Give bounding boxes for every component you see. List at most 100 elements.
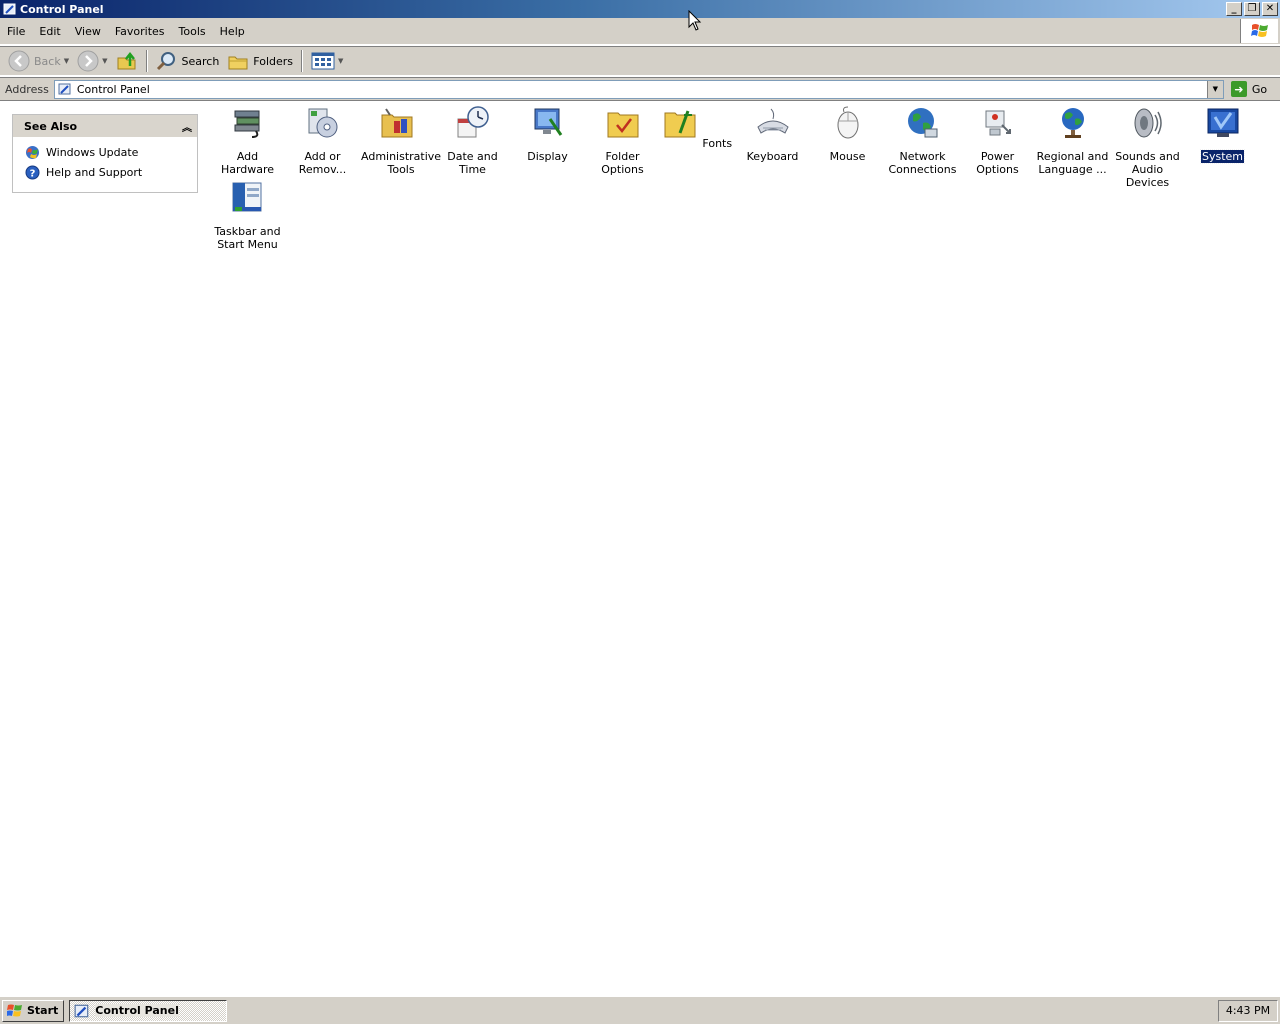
menu-edit[interactable]: Edit	[32, 22, 67, 40]
start-button[interactable]: Start	[2, 999, 65, 1022]
toolbar-separator	[145, 50, 148, 72]
cp-item-display[interactable]: Display	[510, 105, 585, 163]
views-icon	[311, 52, 335, 70]
collapse-chevron-icon[interactable]: ︽	[182, 119, 192, 134]
restore-button[interactable]: ❐	[1244, 2, 1260, 16]
cp-item-label: Add or Remov...	[298, 150, 347, 176]
cp-item-label: Regional and Language ...	[1036, 150, 1109, 176]
display-icon	[534, 108, 562, 136]
cp-item-taskbar-start-menu[interactable]: Taskbar and Start Menu	[210, 180, 285, 251]
cp-item-label: Network Connections	[888, 150, 957, 176]
cp-item-label: Display	[527, 150, 568, 163]
title-bar[interactable]: Control Panel _ ❐ ✕	[0, 0, 1280, 18]
system-tray: 4:43 PM	[1218, 999, 1278, 1022]
windows-update-icon	[25, 145, 40, 160]
cp-item-label: Folder Options	[601, 150, 644, 176]
taskbar-start-menu-icon	[232, 182, 261, 212]
cp-item-system[interactable]: System	[1185, 105, 1260, 164]
go-button[interactable]: ➜ Go	[1230, 81, 1268, 97]
window-title: Control Panel	[20, 2, 104, 16]
cp-item-add-remove-programs[interactable]: Add or Remov...	[285, 105, 360, 176]
power-options-icon	[985, 110, 1011, 136]
cp-item-administrative-tools[interactable]: Administrative Tools	[360, 105, 441, 176]
help-support-link[interactable]: ? Help and Support	[13, 162, 197, 182]
cp-item-network-connections[interactable]: Network Connections	[885, 105, 960, 176]
regional-language-icon	[1061, 108, 1084, 138]
search-button[interactable]: Search	[152, 49, 224, 73]
views-dropdown-icon[interactable]: ▼	[338, 57, 343, 65]
folders-label: Folders	[253, 54, 294, 68]
svg-text:?: ?	[30, 168, 36, 179]
see-also-header[interactable]: See Also ︽	[13, 115, 197, 137]
cp-item-sounds-audio[interactable]: Sounds and Audio Devices	[1110, 105, 1185, 189]
toolbar-separator	[301, 50, 304, 72]
address-value: Control Panel	[76, 82, 150, 96]
menu-help[interactable]: Help	[213, 22, 252, 40]
see-also-title: See Also	[24, 119, 78, 133]
address-input[interactable]: Control Panel ▼	[53, 79, 1224, 99]
menu-view[interactable]: View	[68, 22, 108, 40]
toolbar: Back ▼ ▼ Search Folders ▼	[0, 46, 1280, 76]
help-support-label: Help and Support	[46, 165, 143, 179]
cp-item-label: Administrative Tools	[361, 150, 442, 176]
cp-item-label: System	[1199, 149, 1246, 164]
cp-item-power-options[interactable]: Power Options	[960, 105, 1035, 176]
views-button[interactable]: ▼	[307, 49, 347, 73]
see-also-panel: See Also ︽ Windows Update ? Help and Sup…	[12, 114, 198, 193]
cp-item-label: Power Options	[976, 150, 1019, 176]
address-dropdown-icon[interactable]: ▼	[1206, 80, 1223, 98]
windows-update-label: Windows Update	[46, 145, 139, 159]
windows-update-link[interactable]: Windows Update	[13, 142, 197, 162]
administrative-tools-icon	[381, 108, 412, 138]
cp-item-mouse[interactable]: Mouse	[810, 105, 885, 163]
menu-tools[interactable]: Tools	[172, 22, 213, 40]
date-time-icon	[457, 106, 489, 138]
up-folder-icon	[117, 51, 135, 70]
cp-item-regional-language[interactable]: Regional and Language ...	[1035, 105, 1110, 176]
fonts-icon	[664, 110, 696, 138]
folder-options-icon	[607, 112, 638, 138]
close-button[interactable]: ✕	[1262, 2, 1278, 16]
menu-favorites[interactable]: Favorites	[108, 22, 172, 40]
back-dropdown-icon[interactable]: ▼	[64, 57, 69, 65]
back-arrow-icon	[8, 50, 30, 72]
cp-item-label: Taskbar and Start Menu	[214, 225, 281, 251]
cp-item-add-hardware[interactable]: Add Hardware	[210, 105, 285, 176]
back-button[interactable]: Back ▼	[4, 49, 73, 73]
cp-item-folder-options[interactable]: Folder Options	[585, 105, 660, 176]
mouse-cursor-icon	[688, 10, 702, 31]
search-icon	[156, 52, 175, 71]
search-label: Search	[181, 54, 220, 68]
cp-item-label: Mouse	[829, 150, 866, 163]
add-remove-programs-icon	[308, 108, 337, 138]
taskbar: Start Control Panel 4:43 PM	[0, 996, 1280, 1024]
folders-button[interactable]: Folders	[223, 49, 297, 73]
taskbar-button-control-panel[interactable]: Control Panel	[69, 999, 228, 1022]
go-arrow-icon: ➜	[1230, 81, 1247, 97]
minimize-button[interactable]: _	[1226, 2, 1242, 16]
cp-item-label: Fonts	[702, 137, 733, 150]
control-panel-icon	[3, 3, 16, 15]
forward-arrow-icon	[77, 50, 99, 72]
cp-item-fonts[interactable]: Fonts	[660, 105, 735, 150]
cp-item-keyboard[interactable]: Keyboard	[735, 105, 810, 163]
forward-button[interactable]: ▼	[73, 49, 111, 73]
forward-dropdown-icon[interactable]: ▼	[102, 57, 107, 65]
control-panel-icon	[74, 1004, 89, 1017]
taskbar-button-label: Control Panel	[95, 1004, 179, 1017]
cp-item-label: Add Hardware	[220, 150, 275, 176]
go-label: Go	[1251, 82, 1268, 96]
back-label: Back	[34, 54, 61, 68]
mouse-icon	[837, 106, 858, 139]
cp-item-date-time[interactable]: Date and Time	[435, 105, 510, 176]
cp-item-label: Date and Time	[447, 150, 498, 176]
clock[interactable]: 4:43 PM	[1226, 1004, 1270, 1017]
system-icon	[1207, 108, 1238, 137]
windows-logo-icon	[1240, 19, 1278, 43]
content-area: See Also ︽ Windows Update ? Help and Sup…	[0, 100, 1280, 996]
address-label: Address	[5, 82, 49, 96]
menu-file[interactable]: File	[0, 22, 32, 40]
up-folder-button[interactable]	[112, 49, 142, 73]
add-hardware-icon	[234, 110, 259, 138]
windows-logo-icon	[7, 1004, 22, 1016]
